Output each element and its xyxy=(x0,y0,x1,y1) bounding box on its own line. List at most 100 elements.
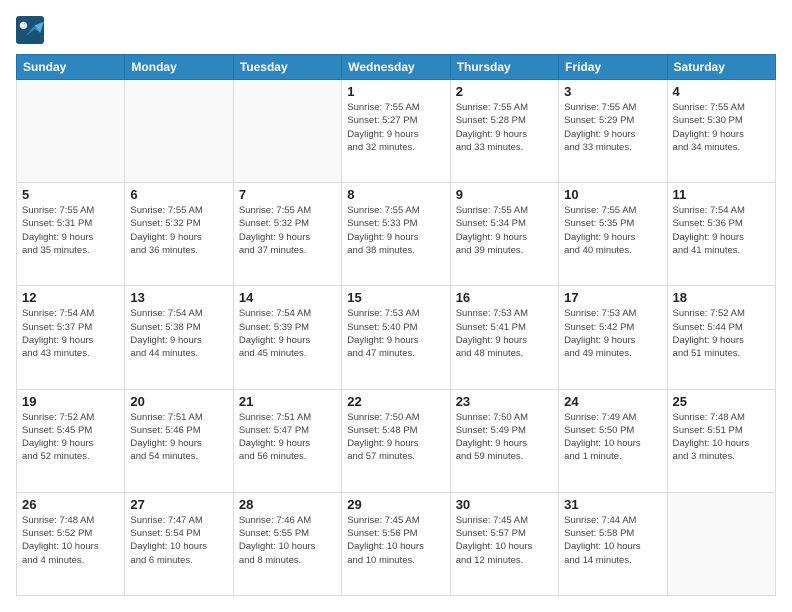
day-number: 6 xyxy=(130,187,227,202)
day-number: 2 xyxy=(456,84,553,99)
day-number: 28 xyxy=(239,497,336,512)
calendar-cell: 15 Sunrise: 7:53 AM Sunset: 5:40 PM Dayli… xyxy=(342,286,450,389)
weekday-header-thursday: Thursday xyxy=(450,55,558,80)
calendar-week-row: 1 Sunrise: 7:55 AM Sunset: 5:27 PM Daylig… xyxy=(17,80,776,183)
day-number: 14 xyxy=(239,290,336,305)
day-number: 15 xyxy=(347,290,444,305)
day-info: Sunrise: 7:46 AM Sunset: 5:55 PM Dayligh… xyxy=(239,514,336,567)
calendar-cell: 7Sunrise: 7:55 AM Sunset: 5:32 PM Daylig… xyxy=(233,183,341,286)
day-info: Sunrise: 7:55 AM Sunset: 5:30 PM Dayligh… xyxy=(673,101,770,154)
day-info: Sunrise: 7:48 AM Sunset: 5:52 PM Dayligh… xyxy=(22,514,119,567)
calendar-cell: 31 Sunrise: 7:44 AM Sunset: 5:58 PM Dayli… xyxy=(559,492,667,595)
weekday-header-monday: Monday xyxy=(125,55,233,80)
day-info: Sunrise: 7:51 AM Sunset: 5:46 PM Dayligh… xyxy=(130,411,227,464)
day-number: 8 xyxy=(347,187,444,202)
calendar-cell: 29Sunrise: 7:45 AM Sunset: 5:56 PM Dayli… xyxy=(342,492,450,595)
calendar-cell xyxy=(667,492,775,595)
calendar-cell: 28 Sunrise: 7:46 AM Sunset: 5:55 PM Dayli… xyxy=(233,492,341,595)
calendar-cell: 12 Sunrise: 7:54 AM Sunset: 5:37 PM Dayli… xyxy=(17,286,125,389)
weekday-header-row: SundayMondayTuesdayWednesdayThursdayFrid… xyxy=(17,55,776,80)
day-number: 18 xyxy=(673,290,770,305)
day-number: 31 xyxy=(564,497,661,512)
calendar-cell: 23 Sunrise: 7:50 AM Sunset: 5:49 PM Dayli… xyxy=(450,389,558,492)
day-number: 3 xyxy=(564,84,661,99)
day-info: Sunrise: 7:53 AM Sunset: 5:42 PM Dayligh… xyxy=(564,307,661,360)
day-info: Sunrise: 7:48 AM Sunset: 5:51 PM Dayligh… xyxy=(673,411,770,464)
calendar-cell: 25Sunrise: 7:48 AM Sunset: 5:51 PM Dayli… xyxy=(667,389,775,492)
day-number: 16 xyxy=(456,290,553,305)
day-number: 19 xyxy=(22,394,119,409)
day-number: 10 xyxy=(564,187,661,202)
logo xyxy=(16,16,46,44)
day-info: Sunrise: 7:55 AM Sunset: 5:28 PM Dayligh… xyxy=(456,101,553,154)
weekday-header-tuesday: Tuesday xyxy=(233,55,341,80)
day-info: Sunrise: 7:54 AM Sunset: 5:39 PM Dayligh… xyxy=(239,307,336,360)
day-number: 30 xyxy=(456,497,553,512)
calendar-cell: 6 Sunrise: 7:55 AM Sunset: 5:32 PM Daylig… xyxy=(125,183,233,286)
day-info: Sunrise: 7:54 AM Sunset: 5:36 PM Dayligh… xyxy=(673,204,770,257)
calendar-week-row: 5 Sunrise: 7:55 AM Sunset: 5:31 PM Daylig… xyxy=(17,183,776,286)
day-number: 17 xyxy=(564,290,661,305)
day-info: Sunrise: 7:54 AM Sunset: 5:38 PM Dayligh… xyxy=(130,307,227,360)
calendar-cell: 13Sunrise: 7:54 AM Sunset: 5:38 PM Dayli… xyxy=(125,286,233,389)
calendar-cell: 17 Sunrise: 7:53 AM Sunset: 5:42 PM Dayli… xyxy=(559,286,667,389)
day-number: 1 xyxy=(347,84,444,99)
header xyxy=(16,16,776,44)
page: SundayMondayTuesdayWednesdayThursdayFrid… xyxy=(0,0,792,612)
day-info: Sunrise: 7:55 AM Sunset: 5:32 PM Dayligh… xyxy=(130,204,227,257)
day-info: Sunrise: 7:52 AM Sunset: 5:44 PM Dayligh… xyxy=(673,307,770,360)
day-number: 26 xyxy=(22,497,119,512)
day-number: 20 xyxy=(130,394,227,409)
day-info: Sunrise: 7:55 AM Sunset: 5:27 PM Dayligh… xyxy=(347,101,444,154)
day-info: Sunrise: 7:53 AM Sunset: 5:40 PM Dayligh… xyxy=(347,307,444,360)
calendar-cell: 26 Sunrise: 7:48 AM Sunset: 5:52 PM Dayli… xyxy=(17,492,125,595)
calendar-cell: 18 Sunrise: 7:52 AM Sunset: 5:44 PM Dayli… xyxy=(667,286,775,389)
calendar-cell: 24 Sunrise: 7:49 AM Sunset: 5:50 PM Dayli… xyxy=(559,389,667,492)
day-info: Sunrise: 7:55 AM Sunset: 5:31 PM Dayligh… xyxy=(22,204,119,257)
calendar-cell: 20 Sunrise: 7:51 AM Sunset: 5:46 PM Dayli… xyxy=(125,389,233,492)
day-number: 24 xyxy=(564,394,661,409)
day-info: Sunrise: 7:51 AM Sunset: 5:47 PM Dayligh… xyxy=(239,411,336,464)
calendar-cell: 19 Sunrise: 7:52 AM Sunset: 5:45 PM Dayli… xyxy=(17,389,125,492)
day-number: 12 xyxy=(22,290,119,305)
day-number: 5 xyxy=(22,187,119,202)
calendar-cell: 10 Sunrise: 7:55 AM Sunset: 5:35 PM Dayli… xyxy=(559,183,667,286)
day-info: Sunrise: 7:49 AM Sunset: 5:50 PM Dayligh… xyxy=(564,411,661,464)
day-number: 22 xyxy=(347,394,444,409)
day-number: 23 xyxy=(456,394,553,409)
calendar-cell: 30Sunrise: 7:45 AM Sunset: 5:57 PM Dayli… xyxy=(450,492,558,595)
day-info: Sunrise: 7:52 AM Sunset: 5:45 PM Dayligh… xyxy=(22,411,119,464)
day-info: Sunrise: 7:55 AM Sunset: 5:29 PM Dayligh… xyxy=(564,101,661,154)
calendar-cell xyxy=(17,80,125,183)
calendar-table: SundayMondayTuesdayWednesdayThursdayFrid… xyxy=(16,54,776,596)
calendar-cell: 11 Sunrise: 7:54 AM Sunset: 5:36 PM Dayli… xyxy=(667,183,775,286)
calendar-cell: 2 Sunrise: 7:55 AM Sunset: 5:28 PM Daylig… xyxy=(450,80,558,183)
calendar-cell: 27 Sunrise: 7:47 AM Sunset: 5:54 PM Dayli… xyxy=(125,492,233,595)
day-info: Sunrise: 7:54 AM Sunset: 5:37 PM Dayligh… xyxy=(22,307,119,360)
day-info: Sunrise: 7:44 AM Sunset: 5:58 PM Dayligh… xyxy=(564,514,661,567)
day-number: 21 xyxy=(239,394,336,409)
day-info: Sunrise: 7:55 AM Sunset: 5:35 PM Dayligh… xyxy=(564,204,661,257)
calendar-cell: 22 Sunrise: 7:50 AM Sunset: 5:48 PM Dayli… xyxy=(342,389,450,492)
day-info: Sunrise: 7:50 AM Sunset: 5:48 PM Dayligh… xyxy=(347,411,444,464)
day-number: 27 xyxy=(130,497,227,512)
day-info: Sunrise: 7:47 AM Sunset: 5:54 PM Dayligh… xyxy=(130,514,227,567)
calendar-cell: 4 Sunrise: 7:55 AM Sunset: 5:30 PM Daylig… xyxy=(667,80,775,183)
day-number: 29 xyxy=(347,497,444,512)
logo-icon xyxy=(16,16,44,44)
calendar-cell: 21 Sunrise: 7:51 AM Sunset: 5:47 PM Dayli… xyxy=(233,389,341,492)
day-number: 4 xyxy=(673,84,770,99)
calendar-cell: 16Sunrise: 7:53 AM Sunset: 5:41 PM Dayli… xyxy=(450,286,558,389)
day-number: 11 xyxy=(673,187,770,202)
calendar-cell: 1 Sunrise: 7:55 AM Sunset: 5:27 PM Daylig… xyxy=(342,80,450,183)
day-info: Sunrise: 7:55 AM Sunset: 5:34 PM Dayligh… xyxy=(456,204,553,257)
day-number: 9 xyxy=(456,187,553,202)
calendar-cell xyxy=(125,80,233,183)
day-number: 7 xyxy=(239,187,336,202)
weekday-header-friday: Friday xyxy=(559,55,667,80)
calendar-week-row: 19 Sunrise: 7:52 AM Sunset: 5:45 PM Dayli… xyxy=(17,389,776,492)
calendar-week-row: 26 Sunrise: 7:48 AM Sunset: 5:52 PM Dayli… xyxy=(17,492,776,595)
calendar-cell xyxy=(233,80,341,183)
day-info: Sunrise: 7:50 AM Sunset: 5:49 PM Dayligh… xyxy=(456,411,553,464)
calendar-cell: 9 Sunrise: 7:55 AM Sunset: 5:34 PM Daylig… xyxy=(450,183,558,286)
